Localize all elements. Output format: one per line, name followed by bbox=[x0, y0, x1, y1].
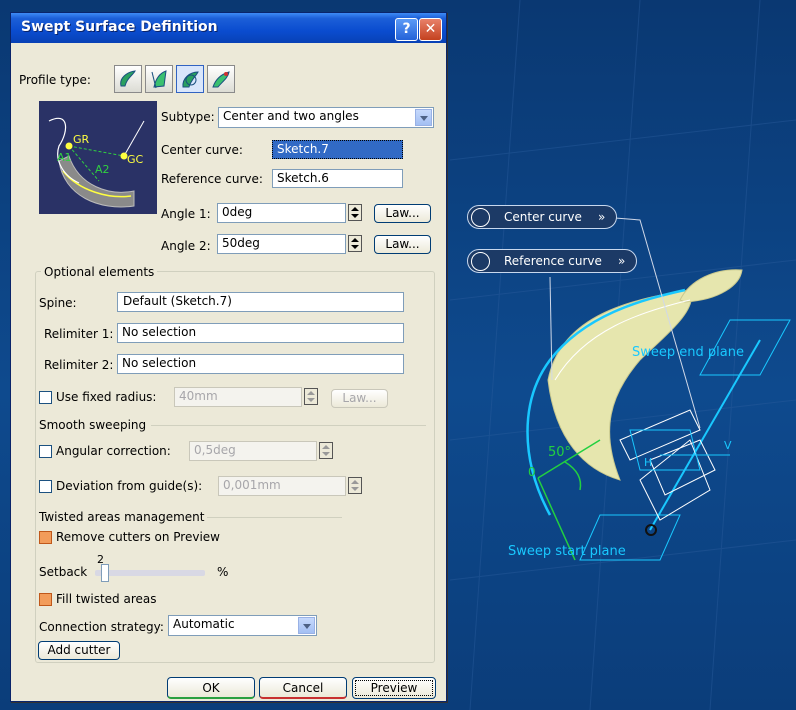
wire-frames bbox=[619, 409, 716, 521]
ok-button[interactable]: OK bbox=[167, 677, 255, 699]
diagram-a2-label: A2 bbox=[95, 163, 110, 176]
surface-tip bbox=[679, 269, 743, 303]
setback-slider-thumb[interactable] bbox=[101, 564, 110, 582]
angle2-law-button[interactable]: Law... bbox=[374, 235, 431, 254]
angle2-spinner[interactable] bbox=[348, 235, 362, 252]
angle-zero-label: 0 bbox=[528, 465, 536, 479]
spine-label: Spine: bbox=[39, 296, 77, 310]
tag-circle-icon bbox=[471, 208, 490, 227]
axis-v-label: V bbox=[724, 439, 732, 452]
cancel-button[interactable]: Cancel bbox=[259, 677, 347, 699]
angle1-label: Angle 1: bbox=[161, 207, 211, 221]
center-curve-tag[interactable]: Center curve » bbox=[467, 205, 617, 229]
center-curve-label: Center curve: bbox=[161, 143, 243, 157]
subtype-label: Subtype: bbox=[161, 110, 215, 124]
angle1-spinner[interactable] bbox=[348, 204, 362, 221]
relimiter1-label: Relimiter 1: bbox=[44, 327, 114, 341]
connection-strategy-label: Connection strategy: bbox=[39, 620, 164, 634]
remove-cutters-label: Remove cutters on Preview bbox=[56, 530, 220, 544]
subtype-value: Center and two angles bbox=[223, 109, 359, 123]
angle2-field[interactable]: 50deg bbox=[217, 234, 346, 254]
spine-field[interactable]: Default (Sketch.7) bbox=[117, 292, 404, 312]
deviation-label: Deviation from guide(s): bbox=[56, 479, 203, 493]
sweep-start-plane-label: Sweep start plane bbox=[508, 544, 626, 559]
deviation-field[interactable]: 0,001mm bbox=[218, 476, 346, 496]
angular-correction-label: Angular correction: bbox=[56, 444, 171, 458]
dialog-titlebar[interactable]: Swept Surface Definition ? ✕ bbox=[11, 13, 446, 43]
connection-strategy-select[interactable]: Automatic bbox=[168, 615, 317, 636]
reference-curve-label: Reference curve: bbox=[161, 172, 263, 186]
diagram-gc-label: GC bbox=[127, 153, 144, 166]
tag-circle-icon bbox=[471, 252, 490, 271]
smooth-sweeping-label: Smooth sweeping bbox=[39, 418, 147, 432]
chevron-down-icon[interactable] bbox=[298, 617, 315, 634]
profile-type-circle-button[interactable] bbox=[176, 65, 204, 93]
percent-symbol: % bbox=[217, 565, 229, 579]
center-two-angles-diagram: GR GC A1 A2 bbox=[48, 117, 145, 208]
angular-correction-checkbox[interactable] bbox=[39, 445, 52, 458]
help-button[interactable]: ? bbox=[395, 18, 418, 41]
fixed-radius-law-button[interactable]: Law... bbox=[331, 389, 388, 408]
setback-label: Setback bbox=[39, 565, 88, 579]
use-fixed-radius-checkbox[interactable] bbox=[39, 391, 52, 404]
swept-surface-dialog: Swept Surface Definition ? ✕ Profile typ… bbox=[10, 12, 447, 702]
diagram-gr-label: GR bbox=[73, 133, 90, 146]
profile-explicit-icon bbox=[120, 70, 136, 87]
angle1-law-button[interactable]: Law... bbox=[374, 204, 431, 223]
fixed-radius-spinner[interactable] bbox=[304, 388, 318, 405]
profile-conic-icon bbox=[212, 71, 230, 88]
angular-correction-field[interactable]: 0,5deg bbox=[189, 441, 317, 461]
subtype-select[interactable]: Center and two angles bbox=[218, 107, 434, 128]
center-curve-field[interactable]: Sketch.7 bbox=[272, 140, 403, 159]
chevron-right-icon: » bbox=[618, 254, 626, 268]
sweep-end-plane-label: Sweep end plane bbox=[632, 345, 744, 360]
chevron-right-icon: » bbox=[598, 210, 606, 224]
chevron-down-icon[interactable] bbox=[415, 109, 432, 126]
add-cutter-button[interactable]: Add cutter bbox=[38, 641, 120, 660]
preview-button[interactable]: Preview bbox=[352, 677, 436, 699]
relimiter2-label: Relimiter 2: bbox=[44, 358, 114, 372]
deviation-spinner[interactable] bbox=[348, 477, 362, 494]
optional-elements-label: Optional elements bbox=[41, 265, 158, 279]
spine-line bbox=[649, 339, 761, 531]
remove-cutters-checkbox[interactable] bbox=[39, 531, 52, 544]
relimiter1-field[interactable]: No selection bbox=[117, 323, 404, 343]
use-fixed-radius-label: Use fixed radius: bbox=[56, 390, 157, 404]
profile-type-line-button[interactable] bbox=[145, 65, 173, 93]
angle1-field[interactable]: 0deg bbox=[217, 203, 346, 223]
angle2-label: Angle 2: bbox=[161, 239, 211, 253]
dialog-title: Swept Surface Definition bbox=[21, 19, 218, 35]
close-button[interactable]: ✕ bbox=[419, 18, 442, 41]
setback-slider-track[interactable] bbox=[95, 570, 205, 576]
deviation-checkbox[interactable] bbox=[39, 480, 52, 493]
profile-type-explicit-button[interactable] bbox=[114, 65, 142, 93]
angle-50-label: 50° bbox=[548, 445, 571, 460]
subtype-diagram: GR GC A1 A2 bbox=[39, 101, 157, 214]
fixed-radius-field[interactable]: 40mm bbox=[174, 387, 302, 407]
connection-strategy-value: Automatic bbox=[173, 617, 235, 631]
reference-curve-field[interactable]: Sketch.6 bbox=[272, 169, 403, 188]
profile-circle-icon bbox=[182, 71, 199, 88]
profile-type-label: Profile type: bbox=[19, 73, 91, 87]
relimiter2-field[interactable]: No selection bbox=[117, 354, 404, 374]
axis-h-label: H bbox=[644, 456, 652, 469]
reference-curve-tag-label: Reference curve bbox=[504, 254, 602, 268]
angular-correction-spinner[interactable] bbox=[319, 442, 333, 459]
fill-twisted-checkbox[interactable] bbox=[39, 593, 52, 606]
twisted-areas-label: Twisted areas management bbox=[39, 510, 205, 524]
reference-curve-tag[interactable]: Reference curve » bbox=[467, 249, 637, 273]
diagram-a1-label: A1 bbox=[57, 151, 72, 164]
profile-line-icon bbox=[151, 70, 167, 89]
twisted-areas-divider bbox=[207, 517, 342, 518]
smooth-sweeping-divider bbox=[151, 425, 426, 426]
center-curve-tag-label: Center curve bbox=[504, 210, 582, 224]
fill-twisted-label: Fill twisted areas bbox=[56, 592, 157, 606]
profile-type-conic-button[interactable] bbox=[207, 65, 235, 93]
